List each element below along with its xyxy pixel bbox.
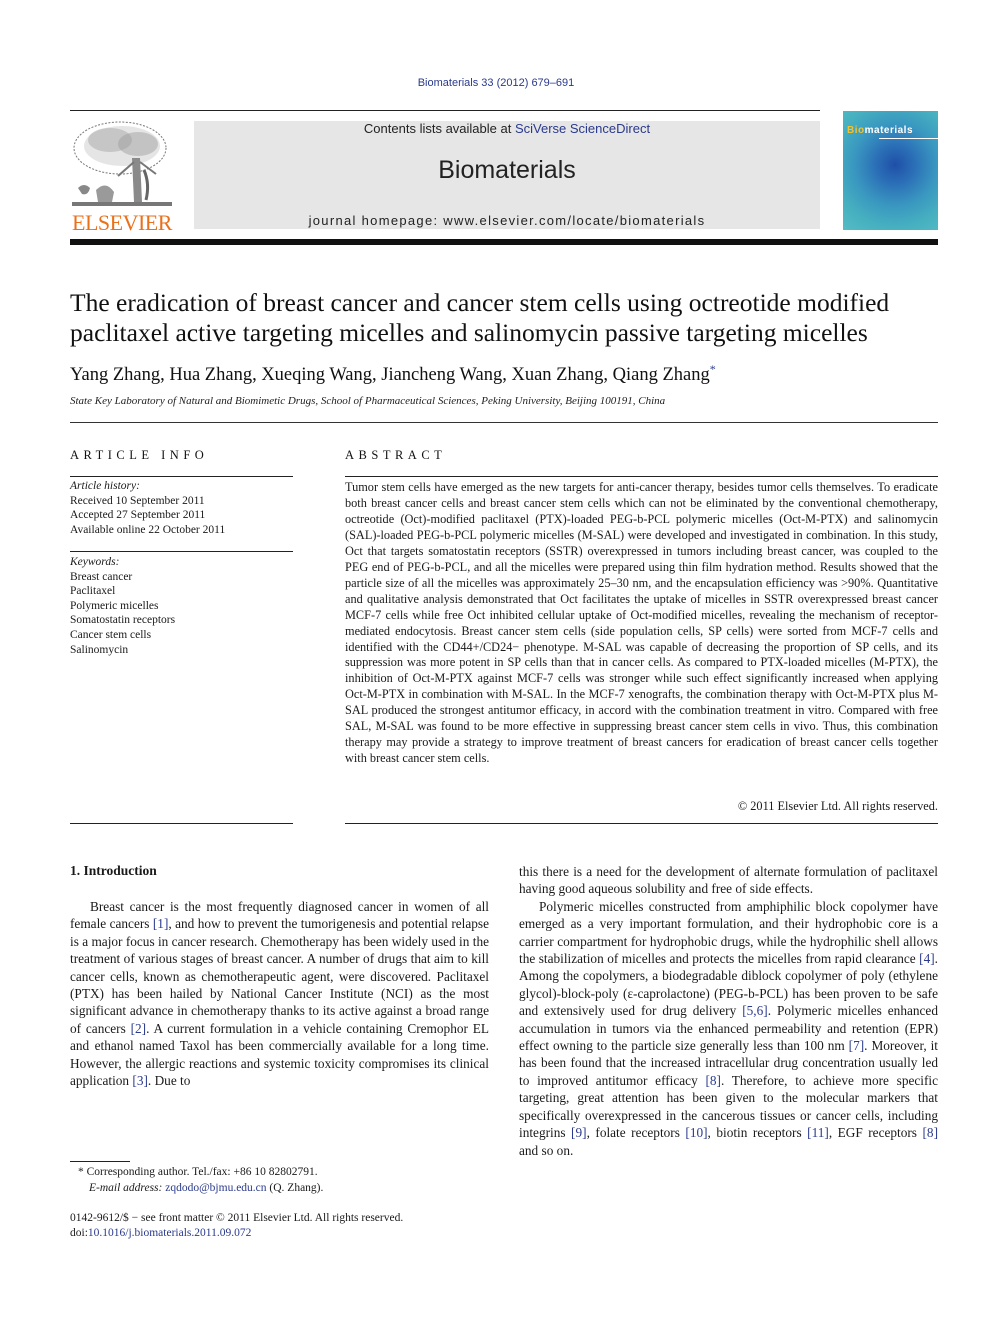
keyword-item: Breast cancer	[70, 570, 133, 583]
email-line: E-mail address: zqdodo@bjmu.edu.cn (Q. Z…	[70, 1180, 500, 1196]
intro-paragraph-2: Polymeric micelles constructed from amph…	[519, 898, 938, 1159]
body-text: and so on.	[519, 1142, 574, 1158]
keyword-item: Cancer stem cells	[70, 628, 152, 641]
journal-homepage: journal homepage: www.elsevier.com/locat…	[194, 213, 820, 228]
body-text: Polymeric micelles constructed from amph…	[519, 898, 938, 967]
keywords-heading: Keywords:	[70, 556, 120, 568]
abstract-body: Tumor stem cells have emerged as the new…	[345, 480, 938, 766]
elsevier-logo[interactable]: ELSEVIER	[70, 118, 174, 235]
body-column-right: this there is a need for the development…	[519, 863, 938, 1159]
elsevier-wordmark: ELSEVIER	[72, 210, 172, 235]
keyword-item: Somatostatin receptors	[70, 614, 176, 627]
issn-line: 0142-9612/$ − see front matter © 2011 El…	[70, 1212, 404, 1224]
doi-link[interactable]: 10.1016/j.biomaterials.2011.09.072	[88, 1227, 251, 1239]
header-thick-rule	[70, 239, 938, 245]
divider	[70, 823, 293, 824]
reference-link[interactable]: [8]	[705, 1073, 721, 1088]
divider	[70, 422, 938, 423]
reference-link[interactable]: [4]	[919, 951, 935, 966]
header-rule	[70, 110, 820, 111]
journal-title: Biomaterials	[438, 156, 576, 184]
keyword-item: Paclitaxel	[70, 585, 116, 598]
body-text: , folate receptors	[586, 1125, 686, 1141]
history-heading: Article history:	[70, 480, 140, 492]
article-history: Article history: Received 10 September 2…	[70, 479, 293, 537]
body-column-left: Breast cancer is the most frequently dia…	[70, 898, 489, 1089]
divider	[345, 823, 938, 824]
sciencedirect-link[interactable]: SciVerse ScienceDirect	[515, 121, 650, 136]
history-online: Available online 22 October 2011	[70, 523, 226, 536]
footnote: * Corresponding author. Tel./fax: +86 10…	[70, 1164, 500, 1196]
reference-link[interactable]: [5,6]	[742, 1003, 767, 1018]
footnote-rule	[70, 1161, 130, 1162]
cover-title-rest: materials	[864, 125, 914, 136]
body-text: , and how to prevent the tumorigenesis a…	[70, 916, 489, 1036]
authors-text: Yang Zhang, Hua Zhang, Xueqing Wang, Jia…	[70, 365, 710, 386]
cover-rule	[879, 138, 938, 139]
divider	[70, 476, 293, 477]
author-list: Yang Zhang, Hua Zhang, Xueqing Wang, Jia…	[70, 362, 950, 386]
affiliation: State Key Laboratory of Natural and Biom…	[70, 395, 666, 407]
abstract-copyright: © 2011 Elsevier Ltd. All rights reserved…	[737, 799, 938, 813]
homepage-prefix: journal homepage:	[308, 213, 444, 228]
journal-cover-image[interactable]: Biomaterials	[843, 111, 938, 230]
reference-link[interactable]: [3]	[132, 1073, 148, 1088]
article-title: The eradication of breast cancer and can…	[70, 288, 890, 347]
doi-label: doi:	[70, 1227, 88, 1239]
history-accepted: Accepted 27 September 2011	[70, 509, 206, 522]
reference-link[interactable]: [9]	[571, 1125, 587, 1140]
body-text: , biotin receptors	[707, 1125, 808, 1141]
corresponding-author-marker[interactable]: *	[710, 362, 716, 376]
contents-line: Contents lists available at SciVerse Sci…	[194, 121, 820, 136]
homepage-link[interactable]: www.elsevier.com/locate/biomaterials	[443, 213, 705, 228]
reference-link[interactable]: [10]	[685, 1125, 707, 1140]
email-suffix: (Q. Zhang).	[266, 1182, 324, 1194]
reference-link[interactable]: [7]	[849, 1038, 865, 1053]
doi-line: doi:10.1016/j.biomaterials.2011.09.072	[70, 1226, 500, 1241]
front-matter: 0142-9612/$ − see front matter © 2011 El…	[70, 1211, 500, 1241]
reference-link[interactable]: [11]	[807, 1125, 829, 1140]
keywords: Keywords: Breast cancer Paclitaxel Polym…	[70, 555, 293, 657]
intro-paragraph-1-continued: this there is a need for the development…	[519, 864, 938, 897]
divider	[70, 551, 293, 552]
keyword-item: Salinomycin	[70, 643, 129, 656]
history-received: Received 10 September 2011	[70, 494, 205, 507]
contents-prefix: Contents lists available at	[363, 121, 515, 136]
reference-link[interactable]: [1]	[153, 916, 169, 931]
email-label: E-mail address:	[89, 1182, 166, 1194]
corresponding-author-note: * Corresponding author. Tel./fax: +86 10…	[78, 1166, 318, 1178]
article-info-heading: ARTICLE INFO	[70, 448, 209, 462]
reference-link[interactable]: [8]	[923, 1125, 939, 1140]
reference-link[interactable]: [2]	[131, 1021, 147, 1036]
abstract-heading: ABSTRACT	[345, 448, 447, 462]
body-text: . Due to	[147, 1073, 191, 1089]
cover-title-accent: Bio	[847, 125, 865, 136]
section-heading-introduction: 1. Introduction	[70, 863, 157, 878]
cover-title: Biomaterials	[847, 125, 913, 136]
email-link[interactable]: zqdodo@bjmu.edu.cn	[165, 1182, 266, 1194]
journal-citation-link[interactable]: Biomaterials 33 (2012) 679–691	[0, 77, 992, 89]
body-text: , EGF receptors	[828, 1125, 923, 1141]
keyword-item: Polymeric micelles	[70, 599, 159, 612]
divider	[345, 476, 938, 477]
intro-paragraph-1: Breast cancer is the most frequently dia…	[70, 898, 489, 1089]
